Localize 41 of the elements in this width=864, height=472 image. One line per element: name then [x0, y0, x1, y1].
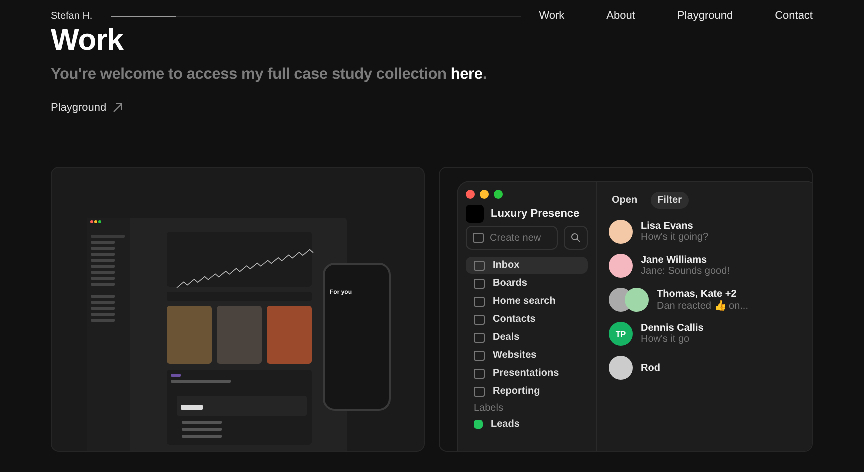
sidebar-item[interactable]: Reporting [466, 383, 588, 400]
sidebar-item[interactable]: Boards [466, 275, 588, 292]
create-field[interactable]: Create new [466, 226, 558, 250]
avatar-circle [609, 356, 633, 380]
sidebar-item[interactable]: Deals [466, 329, 588, 346]
initials-avatar: TP [609, 322, 633, 346]
sender-name: Thomas, Kate +2 [657, 288, 738, 300]
sidebar-item[interactable]: Websites [466, 347, 588, 364]
group-avatar-icon [609, 288, 649, 312]
message-preview: Jane: Sounds good! [641, 266, 730, 277]
sender-name: Rod [641, 362, 660, 374]
sender-name: Lisa Evans [641, 221, 694, 232]
avatar-circle [609, 220, 633, 244]
app-name: Luxury Presence [491, 208, 580, 220]
sender-name: Dennis Callis [641, 323, 704, 334]
sidebar-item[interactable]: Home search [466, 293, 588, 310]
label-item[interactable]: Leads [466, 416, 588, 433]
sidebar-item[interactable]: Inbox [466, 257, 588, 274]
intro-text: You're welcome to access my full case study collection here. [51, 66, 488, 84]
sidebar-item[interactable]: Contacts [466, 311, 588, 328]
labels-heading[interactable]: Labels [466, 401, 512, 415]
nav-link[interactable]: Work [539, 10, 565, 22]
filter-tab[interactable]: Filter [650, 192, 690, 209]
search-icon[interactable] [564, 226, 588, 250]
nav-link[interactable]: Playground [677, 10, 734, 22]
site-name[interactable]: Stefan H. [51, 10, 93, 22]
sender-name: Jane Williams [641, 255, 708, 266]
playground-link[interactable]: Playground [51, 102, 123, 114]
nav-link[interactable]: Contact [775, 10, 813, 22]
window-controls-icon [466, 190, 503, 199]
case-study-link[interactable]: here [450, 66, 483, 83]
arrow-icon [112, 103, 123, 113]
avatar-circle [609, 254, 633, 278]
page-title: Work [51, 24, 125, 58]
message-preview: Dan reacted 👍 on... [657, 300, 748, 312]
message-preview: How's it go [641, 334, 691, 345]
logo-icon [466, 205, 484, 223]
sidebar-item[interactable]: Presentations [466, 365, 588, 382]
filter-tab[interactable]: Open [605, 192, 645, 209]
message-preview: How's it going? [641, 232, 708, 243]
nav-link[interactable]: About [606, 10, 636, 22]
